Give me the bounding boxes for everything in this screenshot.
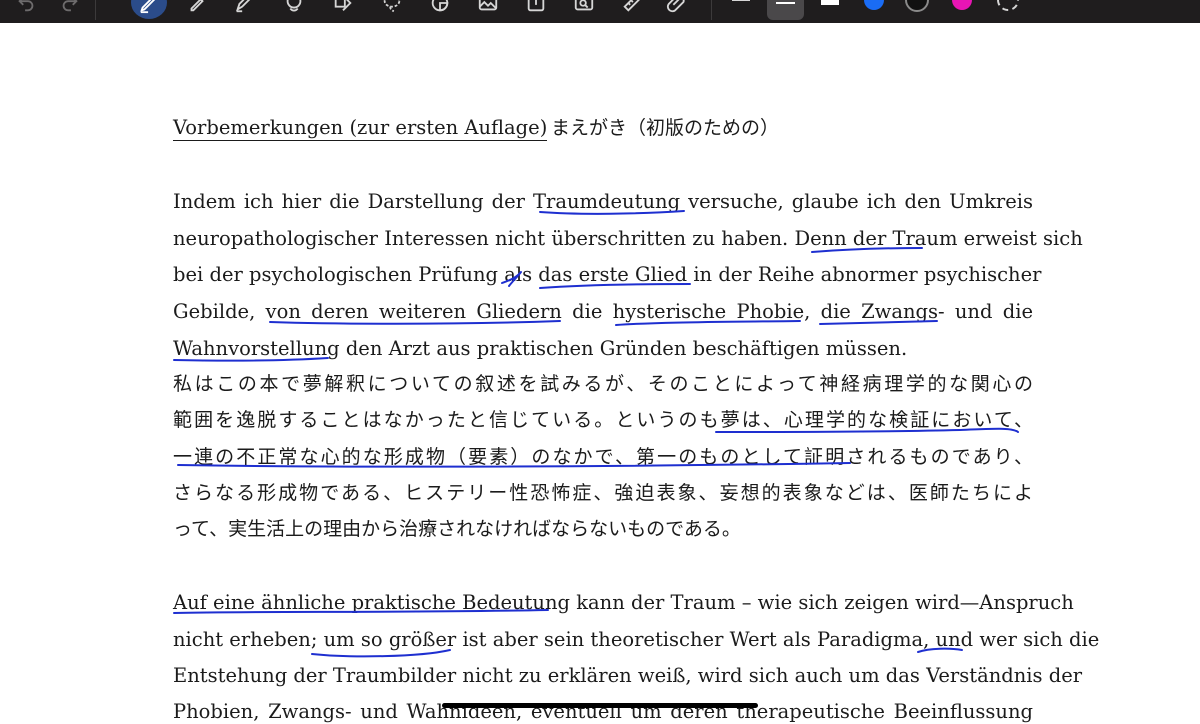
stroke-thick-option[interactable] (821, 0, 839, 5)
paragraph1-line: Gebilde, von deren weiteren Gliedern die… (173, 300, 1033, 323)
heading-german: Vorbemerkungen (zur ersten Auflage) (173, 116, 548, 141)
lasso-fill-icon[interactable] (282, 0, 306, 15)
export-icon[interactable] (524, 0, 548, 15)
custom-color-icon[interactable] (997, 0, 1019, 11)
pen-icon[interactable] (137, 0, 161, 15)
stroke-medium-bar (776, 2, 795, 4)
image-search-icon[interactable] (572, 0, 596, 15)
paragraph1-ja-line: 範囲を逸脱することはなかったと信じている。というのも夢は、心理学的な検証において… (173, 409, 1033, 431)
shape-icon[interactable] (331, 0, 355, 15)
color-black-swatch-selected[interactable] (905, 0, 929, 12)
attachment-icon[interactable] (665, 0, 689, 15)
sticker-icon[interactable] (428, 0, 452, 15)
paragraph1-ja-line: さらなる形成物である、ヒステリー性恐怖症、強迫表象、妄想的表象などは、医師たちに… (173, 482, 1034, 504)
paragraph2-line: nicht erheben; um so größer ist aber sei… (173, 628, 1100, 651)
paragraph1-line: Indem ich hier die Darstellung der Traum… (173, 190, 1033, 213)
toolbar-divider (95, 0, 96, 20)
image-icon[interactable] (476, 0, 500, 15)
redo-icon[interactable] (58, 0, 82, 15)
toolbar-divider (711, 0, 712, 20)
ruler-icon[interactable] (620, 0, 644, 15)
paragraph1-line: neuropathologischer Interessen nicht übe… (173, 227, 1083, 250)
paragraph1-ja-line: 私はこの本で夢解釈についての叙述を試みるが、そのことによって神経病理学的な関心の (173, 373, 1033, 395)
stroke-thin-option[interactable] (732, 0, 750, 1)
color-magenta-swatch[interactable] (952, 0, 972, 10)
paragraph1-line: Wahnvorstellung den Arzt aus praktischen… (173, 337, 908, 360)
undo-icon[interactable] (14, 0, 38, 15)
lasso-select-icon[interactable] (380, 0, 404, 15)
paragraph2-line: Entstehung der Traumbilder nicht zu erkl… (173, 664, 1083, 687)
paragraph1-line: bei der psychologischen Prüfung als das … (173, 263, 1042, 286)
annotation-toolbar (0, 0, 1200, 23)
color-blue-swatch[interactable] (864, 0, 884, 10)
paragraph1-ja-line: 一連の不正常な心的な形成物（要素）のなかで、第一のものとして証明されるものであり… (173, 446, 1033, 468)
home-indicator (442, 703, 758, 708)
paragraph1-ja-line: って、実生活上の理由から治療されなければならないものである。 (173, 518, 741, 540)
marker-icon[interactable] (232, 0, 256, 15)
heading-japanese: まえがき（初版のための） (551, 117, 780, 139)
paragraph2-line: Auf eine ähnliche praktische Bedeutung k… (173, 591, 1074, 614)
highlighter-icon[interactable] (185, 0, 209, 15)
